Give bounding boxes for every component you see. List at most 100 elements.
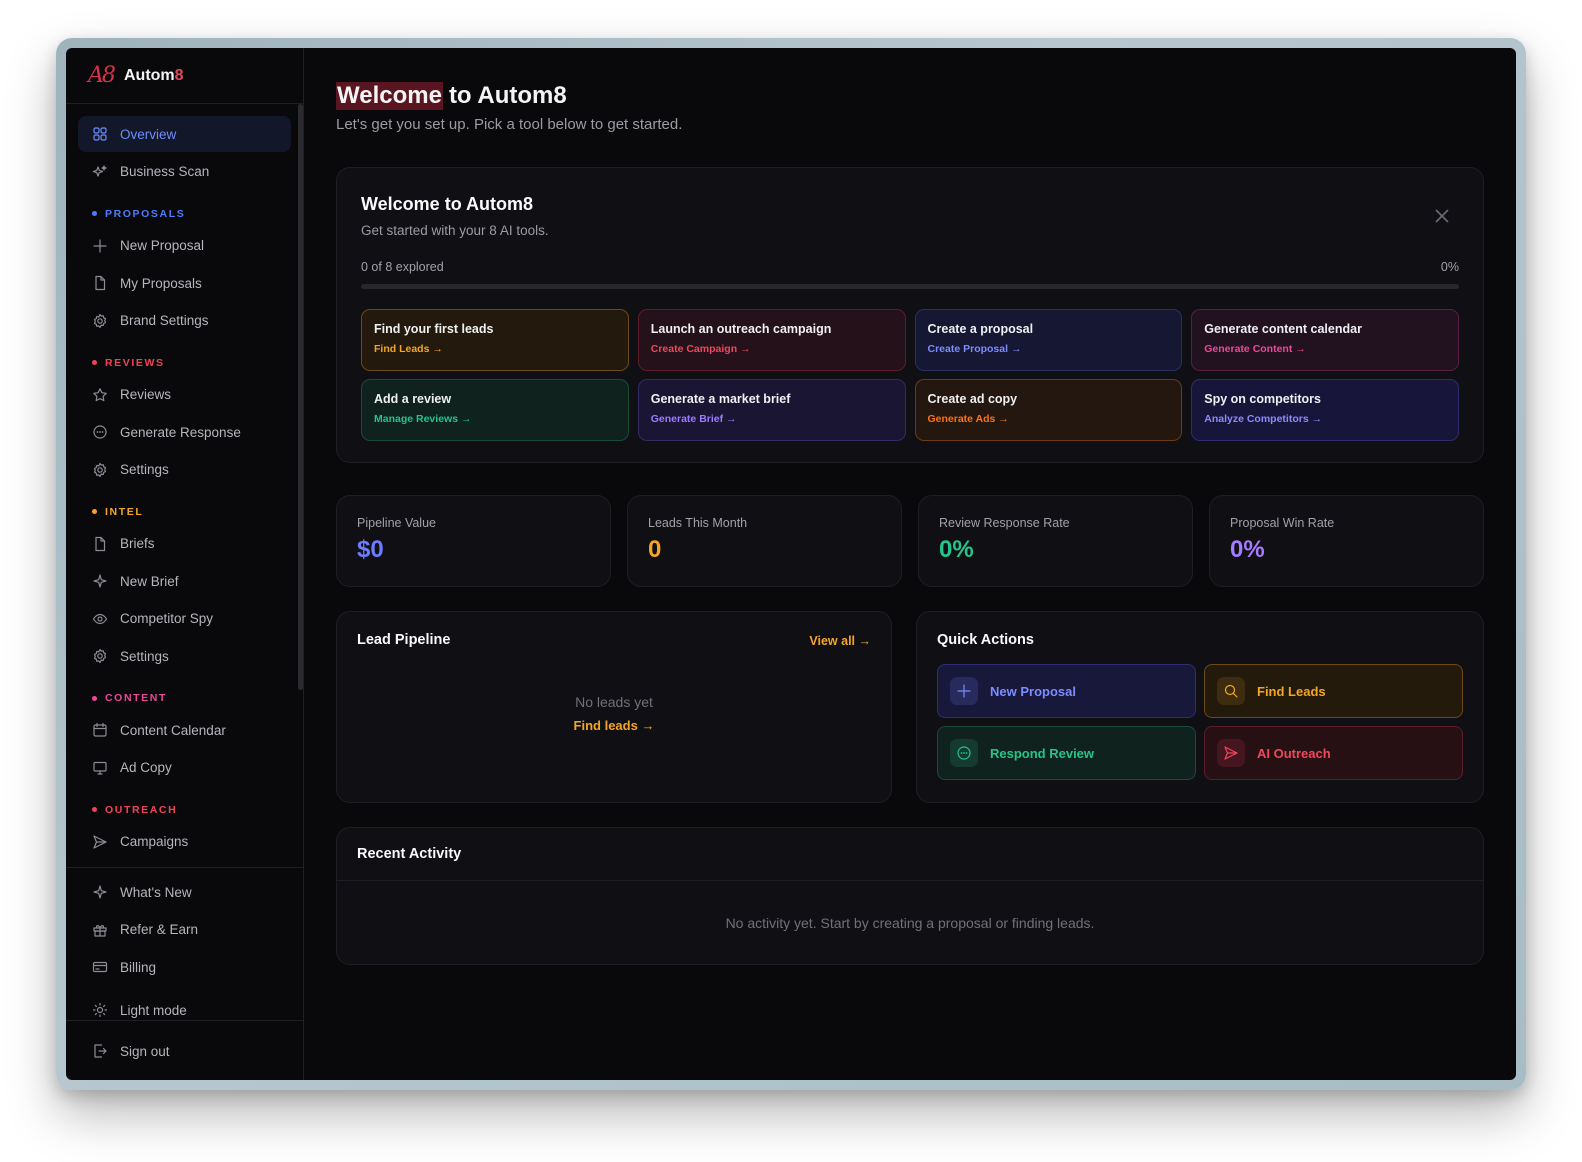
stat-review-response-rate: Review Response Rate 0% <box>918 495 1193 587</box>
sidebar-item-sign-out[interactable]: Sign out <box>78 1033 291 1069</box>
tool-tile-generate-a-market-brief[interactable]: Generate a market brief Generate Brief → <box>637 379 906 441</box>
sidebar-item-label: Settings <box>120 462 169 477</box>
sidebar-scrollbar[interactable] <box>298 104 303 690</box>
tool-tile-link[interactable]: Generate Ads → <box>928 413 1170 425</box>
section-title: INTEL <box>105 505 144 518</box>
sidebar-item-campaigns[interactable]: Campaigns <box>78 824 291 860</box>
stat-proposal-win-rate: Proposal Win Rate 0% <box>1209 495 1484 587</box>
sidebar-item-brand-settings[interactable]: Brand Settings <box>78 303 291 339</box>
new-proposal-button[interactable]: New Proposal <box>937 664 1196 718</box>
sidebar-item-label: Generate Response <box>120 424 241 440</box>
quick-action-label: AI Outreach <box>1257 745 1331 761</box>
gear-icon <box>92 313 108 329</box>
sidebar-item-briefs[interactable]: Briefs <box>78 526 291 562</box>
stat-label: Pipeline Value <box>357 516 436 530</box>
tool-tile-generate-content-calendar[interactable]: Generate content calendar Generate Conten… <box>1191 309 1459 371</box>
welcome-subtitle: Get started with your 8 AI tools. <box>361 223 549 238</box>
logout-icon <box>92 1043 108 1059</box>
tool-tile-find-your-first-leads[interactable]: Find your first leads Find Leads → <box>361 309 629 371</box>
calendar-icon <box>92 722 108 738</box>
plus-icon <box>92 238 108 254</box>
tool-tile-link[interactable]: Generate Brief → <box>651 413 893 425</box>
tool-tile-title: Spy on competitors <box>1204 392 1321 406</box>
sidebar-item-billing[interactable]: Billing <box>78 949 291 985</box>
sidebar-item-label: Briefs <box>120 536 155 551</box>
sidebar-item-content-calendar[interactable]: Content Calendar <box>78 712 291 748</box>
sidebar-item-my-proposals[interactable]: My Proposals <box>78 265 291 301</box>
sidebar-item-label: Competitor Spy <box>120 611 214 626</box>
page-subtitle: Let's get you set up. Pick a tool below … <box>336 116 683 133</box>
tool-tile-link[interactable]: Create Proposal → <box>928 343 1170 355</box>
app-window: A8 Autom8 Overview Business Scan PROPOSALS… <box>66 48 1516 1080</box>
sidebar-item-reviews[interactable]: Reviews <box>78 377 291 413</box>
sidebar-signout: Sign out <box>66 1020 303 1080</box>
stat-value: 0% <box>1230 536 1265 563</box>
card-icon <box>92 959 108 975</box>
close-icon[interactable] <box>1435 206 1449 229</box>
tool-tile-create-a-proposal[interactable]: Create a proposal Create Proposal → <box>914 309 1183 371</box>
tool-tile-title: Launch an outreach campaign <box>650 322 832 336</box>
sidebar-item-label: Overview <box>120 126 177 142</box>
view-all-link[interactable]: View all → <box>809 634 871 648</box>
section-title: CONTENT <box>105 692 167 704</box>
monitor-icon <box>92 760 108 776</box>
sidebar-item-competitor-spy[interactable]: Competitor Spy <box>78 601 291 637</box>
section-dot <box>92 360 97 365</box>
sun-icon <box>92 1002 108 1018</box>
quick-action-label: New Proposal <box>990 683 1076 699</box>
sidebar-item-label: Reviews <box>120 387 172 402</box>
brand-logo: A8 <box>88 63 116 88</box>
sidebar-item-label: Refer & Earn <box>120 922 199 937</box>
sidebar-item-settings[interactable]: Settings <box>78 638 291 674</box>
tool-tile-link[interactable]: Analyze Competitors → <box>1204 413 1446 425</box>
tool-tile-link[interactable]: Find Leads → <box>374 343 616 355</box>
page-title-highlight: Welcome <box>336 82 443 110</box>
sidebar-item-business-scan[interactable]: Business Scan <box>78 154 291 190</box>
tool-tile-add-a-review[interactable]: Add a review Manage Reviews → <box>361 379 629 441</box>
sidebar-item-label: New Brief <box>120 573 179 589</box>
sidebar-item-label: Sign out <box>120 1043 170 1059</box>
sidebar-nav: Overview Business Scan PROPOSALS New Propos… <box>66 104 303 861</box>
sidebar-item-generate-response[interactable]: Generate Response <box>78 414 291 450</box>
section-title: REVIEWS <box>105 356 165 369</box>
sidebar-item-new-proposal[interactable]: New Proposal <box>78 228 291 264</box>
sidebar-item-what-s-new[interactable]: What's New <box>78 874 291 910</box>
welcome-title: Welcome to Autom8 <box>361 194 534 214</box>
recent-activity-empty: No activity yet. Start by creating a pro… <box>725 915 1095 931</box>
tool-tile-link[interactable]: Create Campaign → <box>651 343 893 355</box>
respond-review-button[interactable]: Respond Review <box>937 726 1196 780</box>
sidebar-item-label: New Proposal <box>120 238 205 253</box>
section-reviews: REVIEWS <box>78 353 291 373</box>
sidebar-item-settings[interactable]: Settings <box>78 452 291 488</box>
sidebar-item-refer-earn[interactable]: Refer & Earn <box>78 912 291 948</box>
sparkle-icon <box>92 884 108 900</box>
search-icon <box>1217 677 1245 705</box>
sidebar-item-label: Settings <box>120 648 169 664</box>
quick-actions-title: Quick Actions <box>937 632 1034 648</box>
send-icon <box>92 834 108 850</box>
app-frame: A8 Autom8 Overview Business Scan PROPOSALS… <box>56 38 1526 1090</box>
find-leads-button[interactable]: Find Leads <box>1204 664 1463 718</box>
sidebar-item-label: Campaigns <box>120 834 189 849</box>
sidebar-item-new-brief[interactable]: New Brief <box>78 563 291 599</box>
lead-pipeline-title: Lead Pipeline <box>357 632 451 648</box>
brand-name: Autom8 <box>124 66 184 84</box>
sidebar-item-overview[interactable]: Overview <box>78 116 291 152</box>
sidebar: A8 Autom8 Overview Business Scan PROPOSALS… <box>66 48 304 1080</box>
brand[interactable]: A8 Autom8 <box>66 48 303 104</box>
file-icon <box>92 536 108 552</box>
page-title-rest: to Autom8 <box>448 82 567 109</box>
ai-outreach-button[interactable]: AI Outreach <box>1204 726 1463 780</box>
tool-tile-spy-on-competitors[interactable]: Spy on competitors Analyze Competitors → <box>1191 379 1459 441</box>
find-leads-link[interactable]: Find leads → <box>357 718 871 733</box>
sidebar-item-ad-copy[interactable]: Ad Copy <box>78 750 291 786</box>
tool-tile-link[interactable]: Generate Content → <box>1204 343 1446 355</box>
section-intel: INTEL <box>78 502 291 522</box>
quick-actions-card: Quick Actions New Proposal Find Leads Resp… <box>916 611 1484 803</box>
tool-tile-launch-an-outreach-campaign[interactable]: Launch an outreach campaign Create Campai… <box>637 309 906 371</box>
stats-row: Pipeline Value $0 Leads This Month 0 Review … <box>336 495 1484 587</box>
stat-label: Leads This Month <box>648 516 748 530</box>
tool-tile-create-ad-copy[interactable]: Create ad copy Generate Ads → <box>914 379 1183 441</box>
tool-tile-link[interactable]: Manage Reviews → <box>374 413 616 425</box>
grid-icon <box>92 126 108 142</box>
